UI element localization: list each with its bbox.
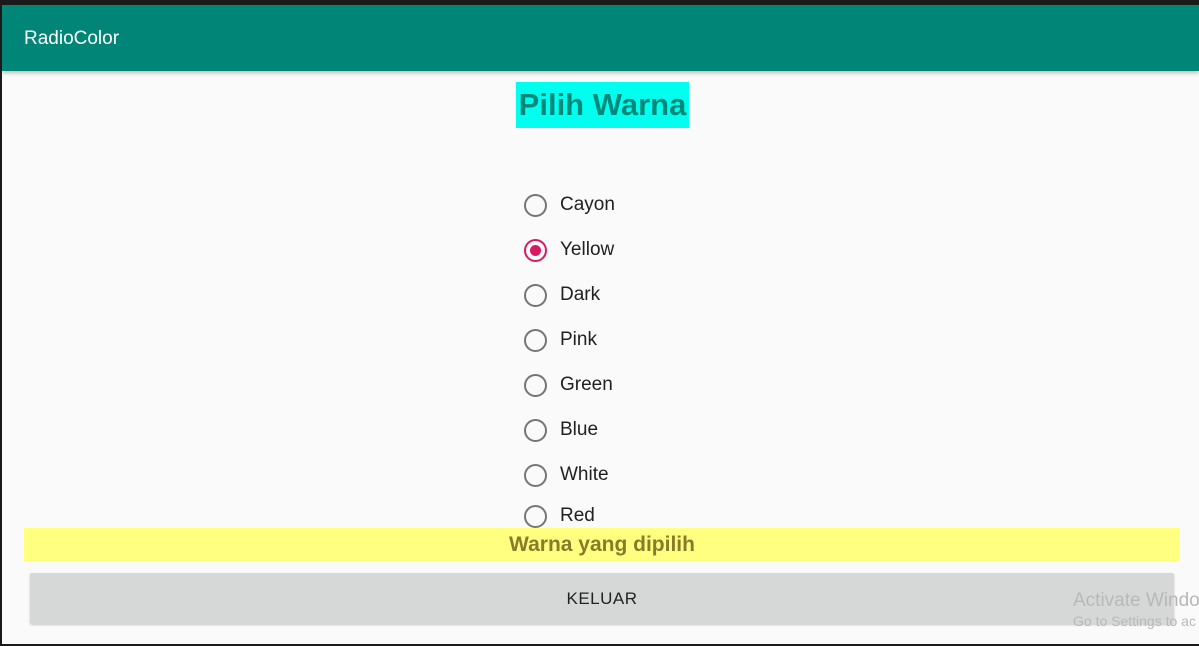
radio-button-icon[interactable] bbox=[524, 418, 547, 442]
radio-button-icon[interactable] bbox=[524, 373, 547, 397]
radio-option-white[interactable]: White bbox=[524, 460, 609, 490]
radio-label: Blue bbox=[560, 419, 599, 440]
exit-button[interactable]: KELUAR bbox=[30, 573, 1174, 624]
radio-button-icon[interactable] bbox=[524, 328, 547, 352]
radio-option-dark[interactable]: Dark bbox=[524, 280, 600, 310]
radio-option-blue[interactable]: Blue bbox=[524, 415, 598, 445]
radio-option-pink[interactable]: Pink bbox=[524, 325, 597, 355]
radio-option-yellow[interactable]: Yellow bbox=[524, 235, 614, 265]
selected-color-text: Warna yang dipilih bbox=[24, 528, 1180, 561]
app-window: RadioColor Pilih Warna Cayon Yellow Dark… bbox=[2, 5, 1199, 644]
radio-button-icon[interactable] bbox=[524, 283, 547, 307]
radio-label: White bbox=[560, 464, 609, 485]
radio-button-icon[interactable] bbox=[524, 463, 547, 487]
radio-label: Cayon bbox=[560, 194, 615, 215]
radio-option-green[interactable]: Green bbox=[524, 370, 613, 400]
radio-label: Pink bbox=[560, 329, 597, 350]
app-title: RadioColor bbox=[24, 28, 120, 49]
radio-label: Green bbox=[560, 374, 613, 395]
page-heading: Pilih Warna bbox=[516, 82, 689, 128]
radio-label: Dark bbox=[560, 284, 601, 305]
radio-label: Yellow bbox=[560, 239, 615, 260]
radio-button-icon[interactable] bbox=[524, 193, 547, 217]
radio-button-icon[interactable] bbox=[524, 504, 547, 528]
radio-label: Red bbox=[560, 505, 595, 526]
radio-option-cayon[interactable]: Cayon bbox=[524, 190, 615, 220]
radio-option-red[interactable]: Red bbox=[524, 501, 595, 531]
radio-button-icon[interactable] bbox=[524, 238, 547, 262]
app-bar: RadioColor bbox=[2, 5, 1199, 71]
